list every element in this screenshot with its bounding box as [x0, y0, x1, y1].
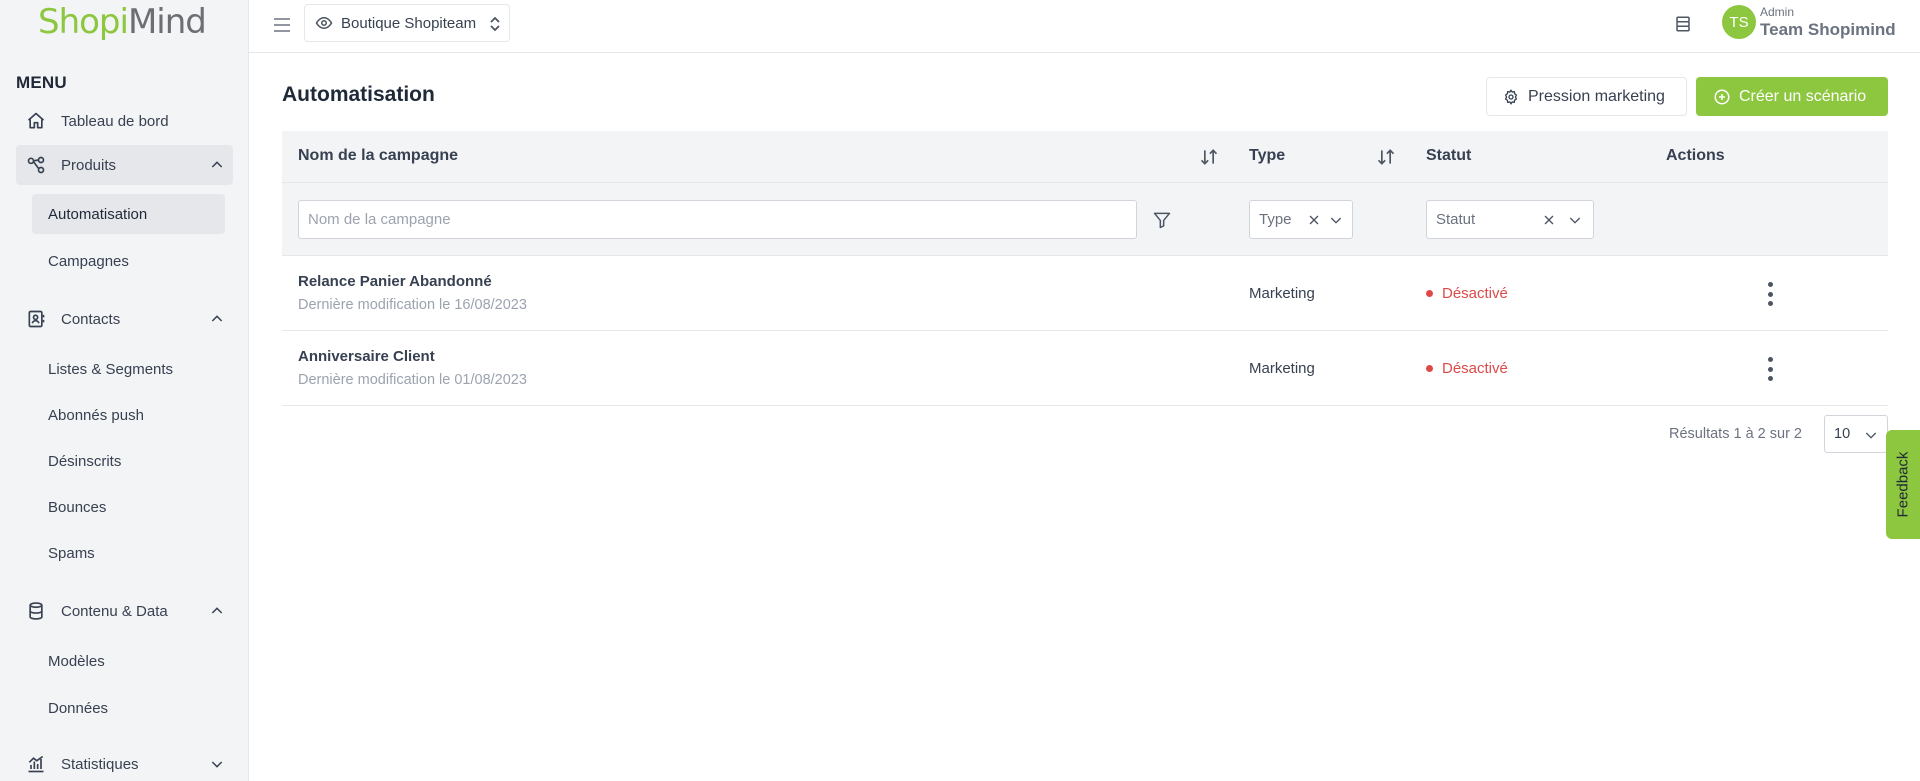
sidebar-item-tableau-de-bord[interactable]: Tableau de bord [16, 101, 233, 141]
campaign-name[interactable]: Anniversaire Client [298, 348, 435, 365]
create-scenario-button[interactable]: Créer un scénario [1696, 77, 1888, 116]
last-modified: Dernière modification le 16/08/2023 [298, 297, 527, 313]
campaign-table: Nom de la campagne Type Statut Actions T… [282, 131, 1888, 406]
filter-row: Type Statut [282, 183, 1888, 256]
pression-marketing-button[interactable]: Pression marketing [1486, 77, 1687, 116]
contact-book-icon [25, 308, 47, 330]
status-dot [1426, 290, 1433, 297]
chevron-down-icon [1865, 432, 1877, 439]
table-row[interactable]: Anniversaire Client Dernière modificatio… [282, 331, 1888, 406]
shop-name: Boutique Shopiteam [341, 14, 477, 32]
results-count: Résultats 1 à 2 sur 2 [1669, 426, 1802, 442]
sidebar-item-contacts[interactable]: Contacts [16, 299, 233, 339]
user-role: Admin [1760, 5, 1795, 19]
sidebar-item-modeles[interactable]: Modèles [32, 641, 225, 681]
gear-icon [1503, 88, 1519, 105]
page-title: Automatisation [282, 83, 435, 106]
database-icon [25, 600, 47, 622]
hamburger-menu-icon[interactable] [269, 12, 295, 38]
filter-icon[interactable] [1152, 210, 1172, 230]
type-filter-select[interactable]: Type [1249, 200, 1353, 239]
sidebar-item-label: Contacts [61, 310, 121, 328]
per-page-value: 10 [1834, 426, 1851, 442]
sort-icon[interactable] [1376, 147, 1396, 167]
chevron-down-icon [1330, 217, 1342, 224]
sidebar-item-donnees[interactable]: Données [32, 688, 225, 728]
bar-chart-icon [25, 753, 47, 775]
pression-marketing-label: Pression marketing [1528, 87, 1665, 105]
sort-icon[interactable] [1199, 147, 1219, 167]
create-scenario-label: Créer un scénario [1739, 87, 1867, 105]
sidebar-item-automatisation[interactable]: Automatisation [32, 194, 225, 234]
status-label: Désactivé [1442, 360, 1508, 377]
logo-text-part2: Mind [127, 2, 207, 42]
status-filter-value: Statut [1436, 211, 1476, 228]
chevron-down-icon[interactable] [209, 756, 225, 772]
shopimind-logo[interactable]: ShopiMind [38, 0, 207, 44]
sidebar-item-label: Tableau de bord [61, 112, 169, 130]
column-header-actions: Actions [1666, 147, 1725, 164]
sidebar-item-campagnes[interactable]: Campagnes [32, 241, 225, 281]
campaign-name[interactable]: Relance Panier Abandonné [298, 273, 492, 290]
eye-icon [315, 14, 333, 32]
close-icon[interactable] [1306, 212, 1322, 228]
user-name[interactable]: Team Shopimind [1760, 20, 1896, 40]
home-icon [25, 110, 47, 132]
sidebar-item-produits[interactable]: Produits [16, 145, 233, 185]
chevron-up-icon[interactable] [209, 603, 225, 619]
sidebar-item-label: Statistiques [61, 755, 139, 773]
menu-label: MENU [16, 73, 67, 92]
type-filter-value: Type [1259, 211, 1292, 228]
column-header-name: Nom de la campagne [298, 147, 459, 164]
chevron-down-icon [1569, 217, 1581, 224]
chevron-up-icon[interactable] [209, 311, 225, 327]
more-actions-icon[interactable] [1760, 280, 1780, 308]
feedback-tab[interactable]: Feedback [1886, 430, 1920, 539]
sidebar-item-bounces[interactable]: Bounces [32, 487, 225, 527]
top-bar: Boutique Shopiteam TS Admin Team Shopimi… [249, 0, 1920, 53]
feedback-label: Feedback [1894, 451, 1912, 518]
status-badge: Désactivé [1426, 285, 1508, 302]
status-label: Désactivé [1442, 285, 1508, 302]
share-nodes-icon [25, 154, 47, 176]
per-page-select[interactable]: 10 [1824, 415, 1888, 453]
campaign-type: Marketing [1249, 285, 1315, 302]
sidebar-item-contenu-data[interactable]: Contenu & Data [16, 591, 233, 631]
avatar[interactable]: TS [1722, 5, 1756, 39]
column-header-type: Type [1249, 147, 1286, 164]
sidebar-item-label: Contenu & Data [61, 602, 168, 620]
logo-text-part1: Shopi [38, 2, 129, 42]
shop-selector[interactable]: Boutique Shopiteam [304, 4, 510, 42]
sidebar-item-spams[interactable]: Spams [32, 533, 225, 573]
campaign-type: Marketing [1249, 360, 1315, 377]
close-icon[interactable] [1541, 212, 1557, 228]
campaign-name-filter-input[interactable] [298, 200, 1137, 239]
plus-circle-icon [1713, 88, 1731, 106]
sidebar-item-statistiques[interactable]: Statistiques [16, 744, 233, 781]
sidebar-item-listes-segments[interactable]: Listes & Segments [32, 349, 225, 389]
status-badge: Désactivé [1426, 360, 1508, 377]
column-header-status: Statut [1426, 147, 1472, 164]
sidebar-item-desinscrits[interactable]: Désinscrits [32, 441, 225, 481]
chevron-up-down-icon [490, 16, 500, 32]
status-dot [1426, 365, 1433, 372]
more-actions-icon[interactable] [1760, 355, 1780, 383]
sidebar: ShopiMind MENU Tableau de bord Produits … [0, 0, 249, 781]
sidebar-item-abonnes-push[interactable]: Abonnés push [32, 395, 225, 435]
status-filter-select[interactable]: Statut [1426, 200, 1594, 239]
table-row[interactable]: Relance Panier Abandonné Dernière modifi… [282, 256, 1888, 331]
sidebar-item-label: Produits [61, 156, 117, 174]
last-modified: Dernière modification le 01/08/2023 [298, 372, 527, 388]
table-header: Nom de la campagne Type Statut Actions [282, 131, 1888, 183]
chevron-up-icon[interactable] [209, 157, 225, 173]
database-icon[interactable] [1670, 11, 1696, 37]
